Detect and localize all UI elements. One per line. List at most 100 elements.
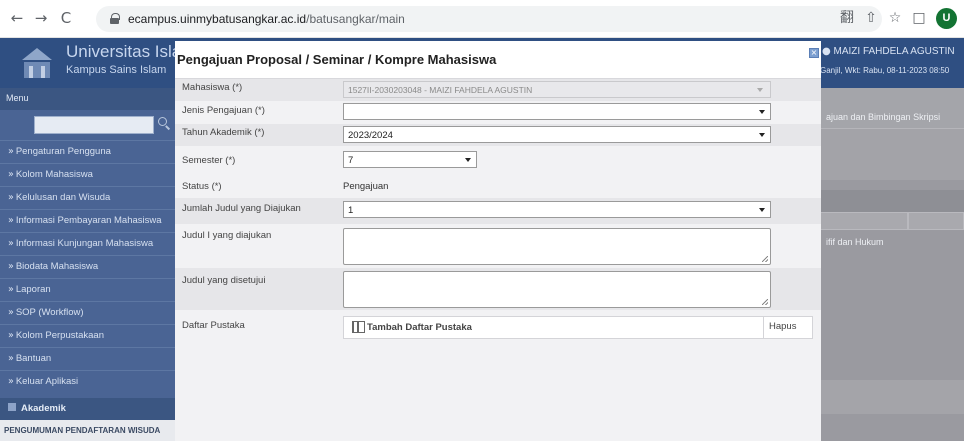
user-name[interactable]: ● MAIZI FAHDELA AGUSTIN xyxy=(822,46,955,57)
sidebar-item-sop[interactable]: » SOP (Workflow) xyxy=(0,301,175,323)
sidebar-item-label: Kolom Perpustakaan xyxy=(15,330,105,341)
user-icon: ● xyxy=(822,46,831,57)
reload-button[interactable]: C xyxy=(57,9,75,27)
university-name: Universitas Isla xyxy=(66,42,182,61)
mahasiswa-label: Mahasiswa (*) xyxy=(182,82,243,93)
sidebar-item-label: Kelulusan dan Wisuda xyxy=(15,192,111,203)
announcement-link[interactable]: PENGUMUMAN PENDAFTARAN WISUDA xyxy=(0,420,175,441)
sidebar-item-kunjungan[interactable]: » Informasi Kunjungan Mahasiswa xyxy=(0,232,175,254)
sidebar-item-kolom-mahasiswa[interactable]: » Kolom Mahasiswa xyxy=(0,163,175,185)
jumlah-judul-label: Jumlah Judul yang Diajukan xyxy=(182,203,301,214)
resize-grip-icon[interactable] xyxy=(762,256,768,262)
resize-grip-icon[interactable] xyxy=(762,299,768,305)
sidebar-item-label: Pengaturan Pengguna xyxy=(15,146,111,157)
star-icon[interactable]: ☆ xyxy=(886,9,904,27)
status-value: Pengajuan xyxy=(343,181,389,192)
section-label: Akademik xyxy=(21,403,66,414)
sidebar-item-perpustakaan[interactable]: » Kolom Perpustakaan xyxy=(0,324,175,346)
background-panel-bottom xyxy=(820,380,964,414)
background-tab xyxy=(820,88,964,128)
sidebar-item-biodata[interactable]: » Biodata Mahasiswa xyxy=(0,255,175,277)
user-name-text: MAIZI FAHDELA AGUSTIN xyxy=(833,46,955,57)
sidebar-item-label: Biodata Mahasiswa xyxy=(15,261,99,272)
close-icon[interactable]: × xyxy=(809,48,819,58)
chevron-icon: » xyxy=(8,215,14,226)
translate-icon[interactable]: 翻 xyxy=(838,9,856,27)
sidebar-item-label: Laporan xyxy=(15,284,51,295)
chevron-icon: » xyxy=(8,330,14,341)
judul-diajukan-textarea[interactable] xyxy=(343,228,771,265)
url-path: /batusangkar/main xyxy=(306,12,405,26)
sidebar-item-label: Informasi Pembayaran Mahasiswa xyxy=(15,215,162,226)
judul-disetujui-textarea[interactable] xyxy=(343,271,771,308)
chevron-icon: » xyxy=(8,146,14,157)
sidebar-item-keluar[interactable]: » Keluar Aplikasi xyxy=(0,370,175,392)
chevron-icon: » xyxy=(8,376,14,387)
chevron-down-icon xyxy=(465,158,471,162)
university-logo-icon xyxy=(22,48,52,78)
menu-title: Menu xyxy=(0,88,175,110)
share-icon[interactable]: ⇧ xyxy=(862,9,880,27)
profile-avatar[interactable]: U xyxy=(936,8,957,29)
background-cell xyxy=(908,212,964,230)
judul-disetujui-label: Judul yang disetujui xyxy=(182,275,266,286)
book-icon[interactable] xyxy=(352,321,365,333)
sidebar-item-label: SOP (Workflow) xyxy=(15,307,84,318)
back-button[interactable]: ← xyxy=(8,9,26,27)
background-tab-label: ajuan dan Bimbingan Skripsi xyxy=(826,112,941,122)
section-icon xyxy=(8,403,16,411)
tambah-pustaka-button[interactable]: Tambah Daftar Pustaka xyxy=(367,322,472,333)
lock-icon xyxy=(110,13,120,24)
tahun-akademik-label: Tahun Akademik (*) xyxy=(182,127,265,138)
status-label: Status (*) xyxy=(182,181,222,192)
mahasiswa-value: 1527II-2030203048 - MAIZI FAHDELA AGUSTI… xyxy=(348,85,533,95)
mahasiswa-select: 1527II-2030203048 - MAIZI FAHDELA AGUSTI… xyxy=(343,81,771,98)
chevron-icon: » xyxy=(8,284,14,295)
tahun-akademik-select[interactable]: 2023/2024 xyxy=(343,126,771,143)
chevron-icon: » xyxy=(8,169,14,180)
semester-info: Ganjil, Wkt: Rabu, 08-11-2023 08:50 xyxy=(820,66,950,75)
sidebar-search-input[interactable] xyxy=(34,116,154,134)
forward-button[interactable]: → xyxy=(32,9,50,27)
sidebar-item-label: Bantuan xyxy=(15,353,52,364)
sidebar-item-kelulusan[interactable]: » Kelulusan dan Wisuda xyxy=(0,186,175,208)
semester-value: 7 xyxy=(348,155,354,166)
judul-diajukan-label: Judul I yang diajukan xyxy=(182,230,272,241)
window-icon[interactable]: □ xyxy=(910,9,928,27)
daftar-pustaka-label: Daftar Pustaka xyxy=(182,320,245,331)
chevron-icon: » xyxy=(8,192,14,203)
jumlah-judul-value: 1 xyxy=(348,205,354,216)
sidebar-item-label: Informasi Kunjungan Mahasiswa xyxy=(15,238,154,249)
campus-subtitle: Kampus Sains Islam xyxy=(66,64,167,76)
chevron-down-icon xyxy=(759,208,765,212)
chevron-icon: » xyxy=(8,353,14,364)
jenis-pengajuan-label: Jenis Pengajuan (*) xyxy=(182,105,265,116)
chevron-down-icon xyxy=(759,133,765,137)
section-akademik[interactable]: Akademik xyxy=(0,398,175,420)
sidebar-item-pengaturan-pengguna[interactable]: » Pengaturan Pengguna xyxy=(0,140,175,162)
search-icon[interactable] xyxy=(158,117,170,131)
url-text: ecampus.uinmybatusangkar.ac.id/batusangk… xyxy=(128,12,405,26)
sidebar-item-label: Keluar Aplikasi xyxy=(15,376,79,387)
semester-label: Semester (*) xyxy=(182,155,236,166)
sidebar-item-bantuan[interactable]: » Bantuan xyxy=(0,347,175,369)
background-cell xyxy=(820,212,908,230)
chevron-icon: » xyxy=(8,307,14,318)
hapus-button[interactable]: Hapus xyxy=(763,316,813,339)
jumlah-judul-select[interactable]: 1 xyxy=(343,201,771,218)
sidebar-item-label: Kolom Mahasiswa xyxy=(15,169,93,180)
chevron-icon: » xyxy=(8,261,14,272)
sidebar-item-laporan[interactable]: » Laporan xyxy=(0,278,175,300)
chevron-icon: » xyxy=(8,238,14,249)
sidebar-item-pembayaran[interactable]: » Informasi Pembayaran Mahasiswa xyxy=(0,209,175,231)
semester-select[interactable]: 7 xyxy=(343,151,477,168)
address-bar[interactable]: ecampus.uinmybatusangkar.ac.id/batusangk… xyxy=(96,6,882,32)
modal-title: Pengajuan Proposal / Seminar / Kompre Ma… xyxy=(177,52,497,67)
background-row-text: ifif dan Hukum xyxy=(826,237,884,247)
chevron-down-icon xyxy=(759,110,765,114)
url-host: ecampus.uinmybatusangkar.ac.id xyxy=(128,12,307,26)
chevron-down-icon xyxy=(757,88,763,92)
tahun-akademik-value: 2023/2024 xyxy=(348,130,393,141)
background-panel xyxy=(820,128,964,180)
jenis-pengajuan-select[interactable] xyxy=(343,103,771,120)
